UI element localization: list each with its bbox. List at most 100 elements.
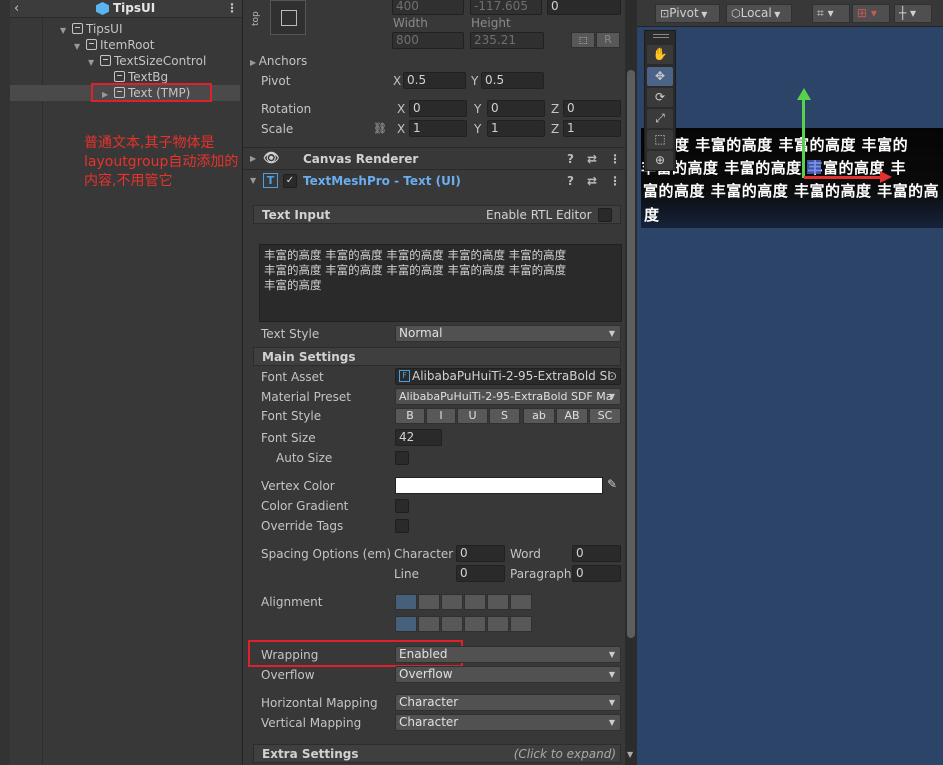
rotate-tool-icon[interactable]: ⟳ (647, 88, 673, 107)
increment-snap-icon[interactable]: ⊞ ▾ (852, 4, 890, 23)
expand-arrow-icon[interactable]: ▼ (88, 55, 100, 71)
align-left-icon[interactable] (395, 594, 417, 610)
vertical-mapping-dropdown[interactable]: Character ▼ (395, 714, 621, 731)
word-spacing-field[interactable]: 0 (572, 545, 621, 562)
xy-plane-handle[interactable] (807, 160, 821, 174)
scale-tool-icon[interactable]: ⤢ (647, 109, 673, 128)
align-middle-icon[interactable] (418, 616, 440, 632)
align-bottom-icon[interactable] (441, 616, 463, 632)
scene-view[interactable] (637, 0, 943, 765)
line-spacing-field[interactable]: 0 (456, 565, 505, 582)
rtl-checkbox[interactable] (598, 208, 612, 222)
vertex-color-swatch[interactable] (395, 477, 603, 494)
uppercase-button[interactable]: AB (556, 408, 588, 424)
smallcaps-button[interactable]: SC (589, 408, 621, 424)
pivot-toggle[interactable]: ⊡Pivot ▼ (655, 4, 720, 23)
italic-button[interactable]: I (426, 408, 456, 424)
kebab-menu-icon[interactable]: ⋮ (609, 170, 621, 192)
font-size-field[interactable]: 42 (395, 429, 442, 446)
auto-size-checkbox[interactable] (395, 451, 409, 465)
lowercase-button[interactable]: ab (523, 408, 555, 424)
material-preset-label: Material Preset (261, 390, 351, 404)
align-capline-icon[interactable] (510, 616, 532, 632)
alignment-label: Alignment (261, 595, 323, 609)
text-input-area[interactable]: 丰富的高度 丰富的高度 丰富的高度 丰富的高度 丰富的高度 丰富的高度 丰富的高… (259, 244, 622, 322)
settings-icon[interactable]: ⇄ (587, 148, 597, 170)
extra-settings-section[interactable]: Extra Settings (Click to expand) (253, 744, 621, 763)
horizontal-mapping-dropdown[interactable]: Character ▼ (395, 694, 621, 711)
help-icon[interactable]: ? (567, 148, 574, 170)
scale-y-field[interactable]: 1 (487, 120, 545, 137)
grid-snap-icon[interactable]: ⌗ ▾ (812, 4, 850, 23)
overflow-dropdown[interactable]: Overflow ▼ (395, 666, 621, 683)
anchors-foldout[interactable]: ▶ Anchors (250, 54, 307, 68)
align-midline-icon[interactable] (487, 616, 509, 632)
scale-x-field[interactable]: 1 (409, 120, 467, 137)
align-geometry-center-icon[interactable] (510, 594, 532, 610)
blueprint-mode-button[interactable]: ⬚ (571, 32, 595, 48)
align-right-icon[interactable] (441, 594, 463, 610)
text-style-dropdown[interactable]: Normal ▼ (395, 325, 621, 342)
pivot-y-field[interactable]: 0.5 (481, 72, 544, 89)
scroll-down-icon[interactable]: ▼ (627, 750, 633, 759)
kebab-menu-icon[interactable]: ⋮ (226, 1, 238, 15)
vertex-color-label: Vertex Color (261, 479, 335, 493)
hierarchy-item-itemroot[interactable]: ▼ ItemRoot (74, 37, 155, 53)
align-flush-icon[interactable] (487, 594, 509, 610)
pivot-x-field[interactable]: 0.5 (403, 72, 466, 89)
raw-edit-button[interactable]: R (596, 32, 620, 48)
move-tool-icon[interactable]: ✥ (647, 67, 673, 86)
align-justified-icon[interactable] (464, 594, 486, 610)
y-axis-arrow-icon[interactable] (797, 88, 811, 100)
indent-guide (42, 18, 43, 765)
scene-text-object[interactable]: 的高度 丰富的高度 丰富的高度 丰富的 丰富的高度 丰富的高度 丰富的高度 丰 … (641, 128, 943, 228)
canvas-renderer-header[interactable]: ▶ 👁 Canvas Renderer ? ⇄ ⋮ (243, 147, 626, 169)
scale-z-field[interactable]: 1 (563, 120, 621, 137)
eyedropper-icon[interactable]: ✎ (607, 477, 617, 491)
character-spacing-field[interactable]: 0 (456, 545, 505, 562)
settings-icon[interactable]: ⇄ (587, 170, 597, 192)
expand-arrow-icon[interactable]: ▼ (60, 23, 72, 39)
hierarchy-item-textsizecontrol[interactable]: ▼ TextSizeControl (88, 53, 206, 69)
rotation-x-field[interactable]: 0 (409, 100, 467, 117)
height-field[interactable]: 235.21 (470, 32, 544, 49)
tmp-component-header[interactable]: ▼ T ✓ TextMeshPro - Text (UI) ? ⇄ ⋮ (243, 169, 626, 191)
drag-handle-icon[interactable] (653, 34, 669, 35)
align-baseline-icon[interactable] (464, 616, 486, 632)
rect-tool-icon[interactable]: ⬚ (647, 130, 673, 149)
help-icon[interactable]: ? (567, 170, 574, 192)
override-tags-checkbox[interactable] (395, 519, 409, 533)
rotation-y-field[interactable]: 0 (487, 100, 545, 117)
paragraph-spacing-field[interactable]: 0 (572, 565, 621, 582)
transform-tool-icon[interactable]: ⊕ (647, 151, 673, 170)
object-picker-icon[interactable]: ⊙ (607, 369, 617, 384)
rotation-z-field[interactable]: 0 (563, 100, 621, 117)
align-top-icon[interactable] (395, 616, 417, 632)
posz-field[interactable]: 0 (547, 0, 621, 15)
font-asset-field[interactable]: F AlibabaPuHuiTi-2-95-ExtraBold SI ⊙ (395, 368, 621, 385)
bold-button[interactable]: B (395, 408, 425, 424)
expand-arrow-icon[interactable]: ▼ (74, 39, 86, 55)
kebab-menu-icon[interactable]: ⋮ (609, 148, 621, 170)
color-gradient-checkbox[interactable] (395, 499, 409, 513)
x-axis-arrow-icon[interactable] (880, 171, 892, 183)
component-enabled-checkbox[interactable]: ✓ (283, 174, 297, 188)
wrapping-dropdown[interactable]: Enabled ▼ (395, 646, 621, 663)
y-axis-handle[interactable] (802, 96, 805, 178)
posx-field[interactable]: 400 (392, 0, 464, 15)
constrain-proportions-icon[interactable]: ⛓ (373, 122, 387, 135)
align-center-icon[interactable] (418, 594, 440, 610)
anchor-preset-button[interactable] (270, 0, 306, 35)
local-toggle[interactable]: ⬡Local ▼ (726, 4, 792, 23)
x-axis-handle[interactable] (804, 176, 882, 179)
posy-field[interactable]: -117.605 (470, 0, 542, 15)
ruler-icon[interactable]: ┼ ▾ (894, 4, 932, 23)
hierarchy-item-tipsui[interactable]: ▼ TipsUI (60, 21, 123, 37)
material-preset-dropdown[interactable]: AlibabaPuHuiTi-2-95-ExtraBold SDF Ma ▼ (395, 388, 621, 405)
hand-tool-icon[interactable]: ✋ (647, 45, 673, 64)
scrollbar-thumb[interactable] (627, 70, 635, 638)
underline-button[interactable]: U (457, 408, 488, 424)
strikethrough-button[interactable]: S (489, 408, 520, 424)
back-arrow-icon[interactable]: ‹ (14, 1, 19, 16)
width-field[interactable]: 800 (392, 32, 464, 49)
